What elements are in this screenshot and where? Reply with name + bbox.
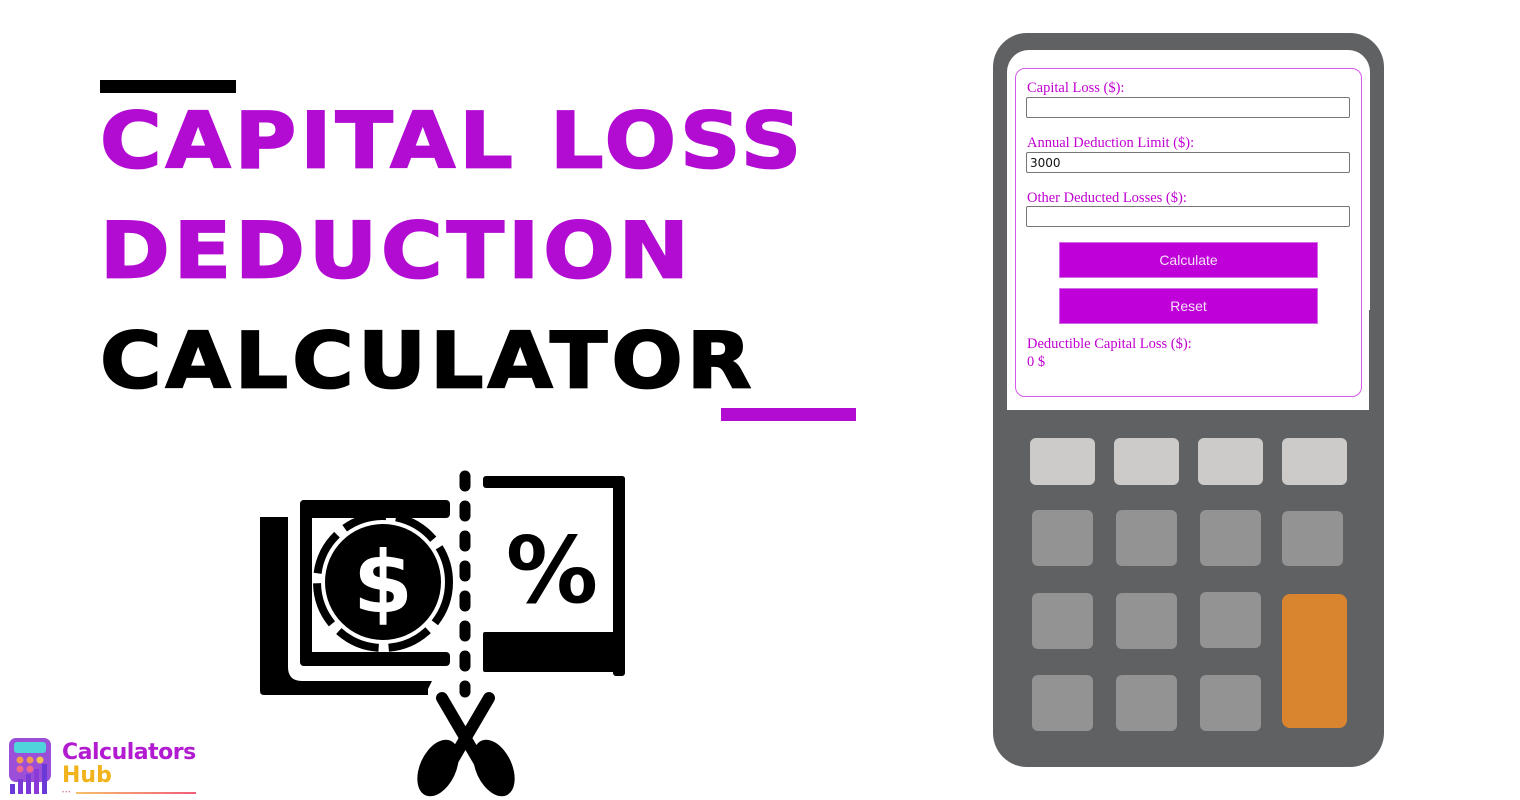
keypad-key — [1032, 675, 1093, 731]
other-deducted-losses-input[interactable] — [1026, 206, 1350, 227]
calculators-hub-logo[interactable]: Calculators Hub ••• — [6, 736, 196, 796]
annual-deduction-limit-label: Annual Deduction Limit ($): — [1027, 135, 1195, 151]
keypad-key — [1116, 510, 1177, 566]
title-decoration-bar-bottom — [721, 408, 856, 421]
keypad-key — [1116, 675, 1177, 731]
dollar-coin-icon: $ — [313, 512, 453, 652]
keypad-key — [1200, 675, 1261, 731]
calculator-bezel-edge — [1369, 310, 1384, 410]
logo-dots: ••• — [62, 790, 72, 796]
title-decoration-bar-top — [100, 80, 236, 93]
keypad-key — [1032, 593, 1093, 649]
other-deducted-losses-label: Other Deducted Losses ($): — [1027, 190, 1187, 206]
calculator-logo-icon — [9, 738, 51, 794]
capital-loss-label: Capital Loss ($): — [1027, 80, 1125, 96]
keypad-key — [1114, 438, 1179, 485]
logo-text-hub: Hub — [62, 763, 112, 788]
scissors-icon — [417, 692, 515, 797]
capital-loss-illustration: $ % — [260, 470, 625, 797]
keypad-key — [1200, 510, 1261, 566]
keypad-key — [1032, 510, 1093, 566]
logo-underline — [76, 792, 196, 794]
annual-deduction-limit-input[interactable] — [1026, 152, 1350, 173]
keypad-key — [1116, 593, 1177, 649]
logo-text-calculators: Calculators — [62, 740, 196, 765]
reset-button[interactable]: Reset — [1059, 288, 1318, 324]
title-line-3: Calculator — [99, 315, 756, 406]
keypad-key — [1030, 438, 1095, 485]
capital-loss-input[interactable] — [1026, 97, 1350, 118]
keypad-key — [1198, 438, 1263, 485]
calculate-button[interactable]: Calculate — [1059, 242, 1318, 278]
result-label: Deductible Capital Loss ($): — [1027, 336, 1192, 352]
result-value: 0 $ — [1027, 354, 1046, 370]
keypad-key — [1200, 592, 1261, 648]
dollar-glyph: $ — [353, 533, 413, 633]
percent-icon: % — [506, 517, 598, 624]
keypad-key — [1282, 511, 1343, 566]
percent-bill-icon: % — [483, 476, 625, 676]
keypad-equals-key — [1282, 594, 1347, 728]
keypad-key — [1282, 438, 1347, 485]
title-line-2: Deduction — [99, 205, 693, 296]
title-line-1: Capital Loss — [99, 95, 806, 186]
